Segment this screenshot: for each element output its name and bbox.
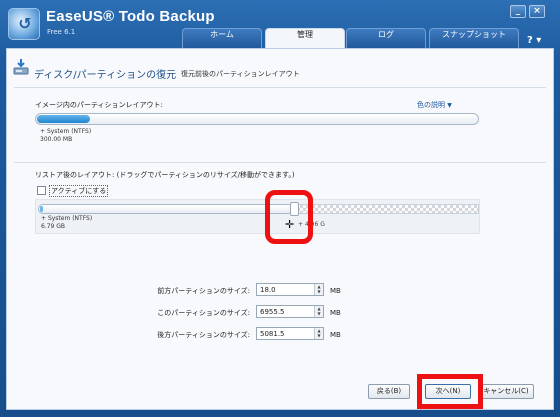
restore-partition-used [40,206,43,212]
tab-manage[interactable]: 管理 [265,28,345,49]
image-partition-name: + System (NTFS) [40,128,92,135]
annotation-highlight-handle [265,190,313,244]
app-title: EaseUS® Todo Backup [46,8,215,25]
app-logo: ↺ [8,8,40,40]
chevron-down-icon: ▼ [447,102,452,109]
app-window: ↺ EaseUS® Todo Backup Free 6.1 _ × ホーム 管… [0,0,560,417]
after-partition-size-stepper[interactable]: ▲ ▼ [314,328,323,339]
restore-disk-icon [13,59,29,75]
minimize-button[interactable]: _ [510,5,526,18]
image-partition-layout: + System (NTFS) 300.00 MB [35,113,480,150]
after-partition-size-value: 5081.5 [260,330,285,338]
tab-log[interactable]: ログ [346,28,426,48]
before-partition-size-label: 前方パーティションのサイズ: [157,287,250,295]
color-legend-link[interactable]: 色の説明 ▼ [417,100,452,110]
restore-partition-size: 6.79 GB [41,223,66,230]
after-partition-size-unit: MB [330,331,341,339]
header-divider [14,87,546,88]
unallocated-space-bar[interactable] [296,204,479,214]
color-legend-label: 色の説明 [417,101,445,109]
restore-partition-layout: + System (NTFS) 6.79 GB + 4.96 G ✛ [35,199,480,234]
annotation-highlight-next [417,374,483,409]
restore-partition-name: + System (NTFS) [41,215,93,222]
cancel-button[interactable]: キャンセル(C) [478,384,534,399]
image-layout-label: イメージ内のパーティションレイアウト: [35,101,163,109]
restore-layout-label: リストア後のレイアウト: (ドラッグでパーティションのリサイズ/移動ができます。… [35,171,295,179]
image-partition-used [37,115,90,123]
page-description: 復元前後のパーティションレイアウト [181,70,300,78]
section-divider [14,162,546,163]
tab-home[interactable]: ホーム [182,28,262,48]
before-partition-size-value: 18.0 [260,286,276,294]
after-partition-size-label: 後方パーティションのサイズ: [157,331,250,339]
this-partition-size-label: このパーティションのサイズ: [157,309,250,317]
image-partition-size: 300.00 MB [40,136,73,143]
app-version: Free 6.1 [47,28,76,36]
active-checkbox[interactable] [37,186,46,195]
this-partition-size-stepper[interactable]: ▲ ▼ [314,306,323,317]
restore-partition-bar[interactable] [38,204,293,214]
help-button[interactable]: ? ▾ [527,35,541,46]
before-partition-size-stepper[interactable]: ▲ ▼ [314,284,323,295]
this-partition-size-value: 6955.5 [260,308,285,316]
image-partition-bar [35,113,479,125]
back-button[interactable]: 戻る(B) [368,384,410,399]
tab-snapshot[interactable]: スナップショット [429,28,519,48]
before-partition-size-input[interactable]: 18.0 ▲ ▼ [256,283,324,296]
this-partition-size-input[interactable]: 6955.5 ▲ ▼ [256,305,324,318]
this-partition-size-unit: MB [330,309,341,317]
close-button[interactable]: × [529,5,545,18]
easeus-logo-icon: ↺ [18,14,32,33]
active-checkbox-label[interactable]: アクティブにする [49,185,109,197]
help-label: ? [527,35,533,46]
page-title: ディスク/パーティションの復元 [34,70,177,81]
after-partition-size-input[interactable]: 5081.5 ▲ ▼ [256,327,324,340]
before-partition-size-unit: MB [330,287,341,295]
